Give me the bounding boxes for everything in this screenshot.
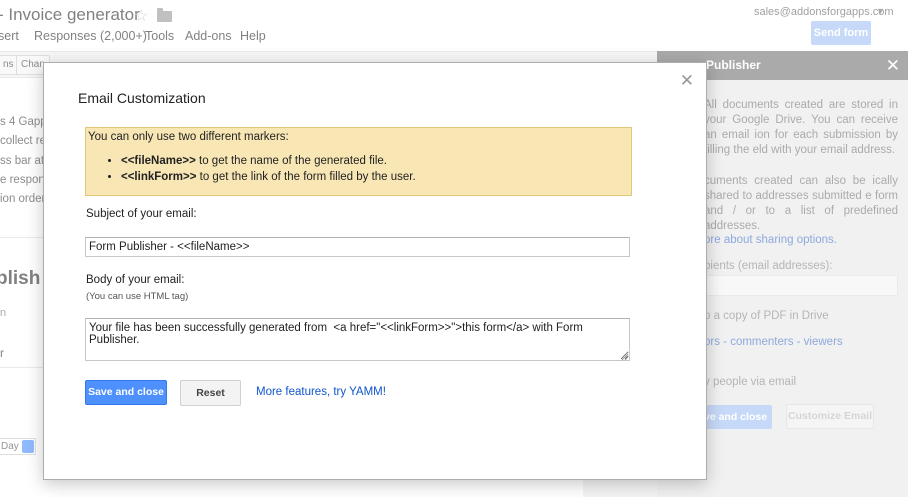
save-and-close-button[interactable]: Save and close — [85, 380, 167, 405]
markers-intro: You can only use two different markers: — [88, 131, 289, 143]
marker-name: <<linkForm>> — [121, 171, 197, 183]
subject-input[interactable] — [85, 237, 630, 257]
resize-grip-icon[interactable] — [621, 353, 629, 361]
subject-label: Subject of your email: — [86, 208, 197, 220]
body-label: Body of your email: — [86, 274, 185, 286]
marker-description: to get the link of the form filled by th… — [196, 171, 416, 183]
markers-list: <<fileName>> to get the name of the gene… — [121, 153, 631, 185]
body-textarea[interactable]: Your file has been successfully generate… — [85, 318, 630, 361]
close-icon[interactable]: ✕ — [680, 71, 694, 91]
marker-item: <<linkForm>> to get the link of the form… — [121, 169, 631, 185]
markers-notice: You can only use two different markers: … — [85, 127, 632, 196]
marker-item: <<fileName>> to get the name of the gene… — [121, 153, 631, 169]
email-customization-dialog: ✕ Email Customization You can only use t… — [43, 62, 707, 480]
body-hint: (You can use HTML tag) — [86, 291, 189, 302]
marker-name: <<fileName>> — [121, 155, 196, 167]
marker-description: to get the name of the generated file. — [195, 155, 387, 167]
reset-button[interactable]: Reset — [180, 380, 241, 406]
dialog-title: Email Customization — [78, 90, 206, 106]
yamm-link[interactable]: More features, try YAMM! — [256, 386, 386, 398]
